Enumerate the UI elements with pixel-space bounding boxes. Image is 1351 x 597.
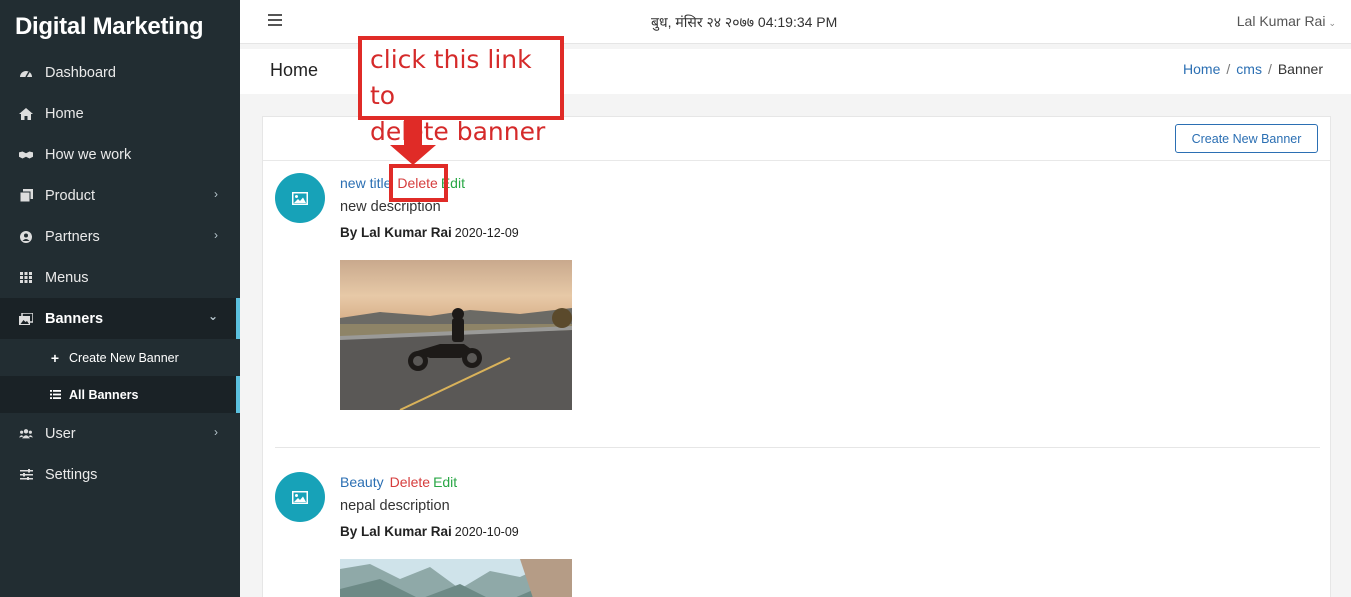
banner-item: Beauty Delete Edit nepal description By La… <box>275 472 1320 597</box>
create-new-banner-button[interactable]: Create New Banner <box>1175 124 1318 153</box>
sidebar-item-label: Product <box>45 187 95 204</box>
sidebar-nav: Dashboard Home How we work Product › Par… <box>0 52 240 495</box>
annotation-callout: click this link to delete banner <box>358 36 564 146</box>
dashboard-icon <box>19 67 33 79</box>
chevron-right-icon: › <box>214 187 218 201</box>
delete-link[interactable]: Delete <box>390 474 430 490</box>
list-icon <box>49 390 61 399</box>
banner-actions: Beauty Delete Edit <box>340 474 457 490</box>
banner-image <box>340 559 572 597</box>
breadcrumb-separator: / <box>1267 61 1272 77</box>
sidebar-item-dashboard[interactable]: Dashboard <box>0 52 240 93</box>
banner-date: 2020-12-09 <box>454 226 519 240</box>
annotation-line-1: click this link to <box>370 45 532 110</box>
banner-title-link[interactable]: new title <box>340 175 391 191</box>
sidebar-item-label: Banners <box>45 310 104 327</box>
image-icon-avatar <box>275 472 325 522</box>
banner-meta: By Lal Kumar Rai 2020-12-09 <box>340 225 519 240</box>
breadcrumb-current: Banner <box>1277 61 1323 77</box>
banner-title-link[interactable]: Beauty <box>340 474 384 490</box>
delete-link-highlight <box>389 164 448 202</box>
sidebar-item-home[interactable]: Home <box>0 93 240 134</box>
banner-item: new title Delete Edit new description By L… <box>275 173 1320 433</box>
image-icon-avatar <box>275 173 325 223</box>
chevron-right-icon: › <box>214 425 218 439</box>
banner-description: nepal description <box>340 498 450 514</box>
sliders-icon <box>19 469 33 481</box>
banner-meta: By Lal Kumar Rai 2020-10-09 <box>340 524 519 539</box>
plus-icon: + <box>50 349 60 366</box>
handshake-icon <box>19 149 33 161</box>
user-circle-icon <box>19 230 33 243</box>
images-icon <box>19 312 33 325</box>
banner-author: By Lal Kumar Rai <box>340 225 452 240</box>
breadcrumb-separator: / <box>1226 61 1231 77</box>
sidebar-item-banners[interactable]: Banners ⌄ <box>0 298 240 339</box>
sidebar-item-product[interactable]: Product › <box>0 175 240 216</box>
user-menu[interactable]: Lal Kumar Rai ⌄ <box>1237 13 1336 29</box>
sidebar-item-label: Dashboard <box>45 64 116 81</box>
chevron-down-icon: ⌄ <box>1328 18 1336 28</box>
users-icon <box>19 428 33 440</box>
chevron-down-icon: ⌄ <box>207 309 218 323</box>
user-name-label: Lal Kumar Rai <box>1236 13 1326 29</box>
sidebar-subitem-all-banners[interactable]: All Banners <box>0 376 240 413</box>
sidebar-subitem-label: Create New Banner <box>69 350 179 365</box>
sidebar-item-partners[interactable]: Partners › <box>0 216 240 257</box>
image-icon <box>292 490 308 504</box>
grid-icon <box>19 272 33 284</box>
sidebar-item-menus[interactable]: Menus <box>0 257 240 298</box>
menu-toggle-icon[interactable] <box>268 14 282 29</box>
breadcrumb-home[interactable]: Home <box>1183 61 1220 77</box>
arrow-down-icon <box>388 119 438 170</box>
sidebar-subitem-label: All Banners <box>69 387 139 402</box>
sidebar-item-label: Settings <box>45 466 98 483</box>
sidebar-item-label: Home <box>45 105 84 122</box>
sidebar-subitem-create-new-banner[interactable]: + Create New Banner <box>0 339 240 376</box>
sidebar-item-settings[interactable]: Settings <box>0 454 240 495</box>
breadcrumb-cms[interactable]: cms <box>1236 61 1262 77</box>
chevron-right-icon: › <box>214 228 218 242</box>
sidebar-item-label: Partners <box>45 228 100 245</box>
banner-image <box>340 260 572 410</box>
sidebar-item-label: How we work <box>45 146 132 163</box>
banner-date: 2020-10-09 <box>454 525 519 539</box>
image-icon <box>292 191 308 205</box>
item-divider <box>275 447 1320 448</box>
sidebar-item-label: User <box>45 425 76 442</box>
brand-title[interactable]: Digital Marketing <box>0 0 240 52</box>
edit-link[interactable]: Edit <box>433 474 457 490</box>
sidebar: Digital Marketing Dashboard Home How we … <box>0 0 240 597</box>
box-icon <box>19 189 33 202</box>
home-icon <box>19 107 33 120</box>
breadcrumb: Home / cms / Banner <box>1183 61 1323 77</box>
sidebar-item-user[interactable]: User › <box>0 413 240 454</box>
sidebar-item-label: Menus <box>45 269 89 286</box>
sidebar-item-how-we-work[interactable]: How we work <box>0 134 240 175</box>
page-title: Home <box>270 60 319 80</box>
current-datetime: बुध, मंसिर २४ २०७७ 04:19:34 PM <box>651 14 838 30</box>
banner-author: By Lal Kumar Rai <box>340 524 452 539</box>
